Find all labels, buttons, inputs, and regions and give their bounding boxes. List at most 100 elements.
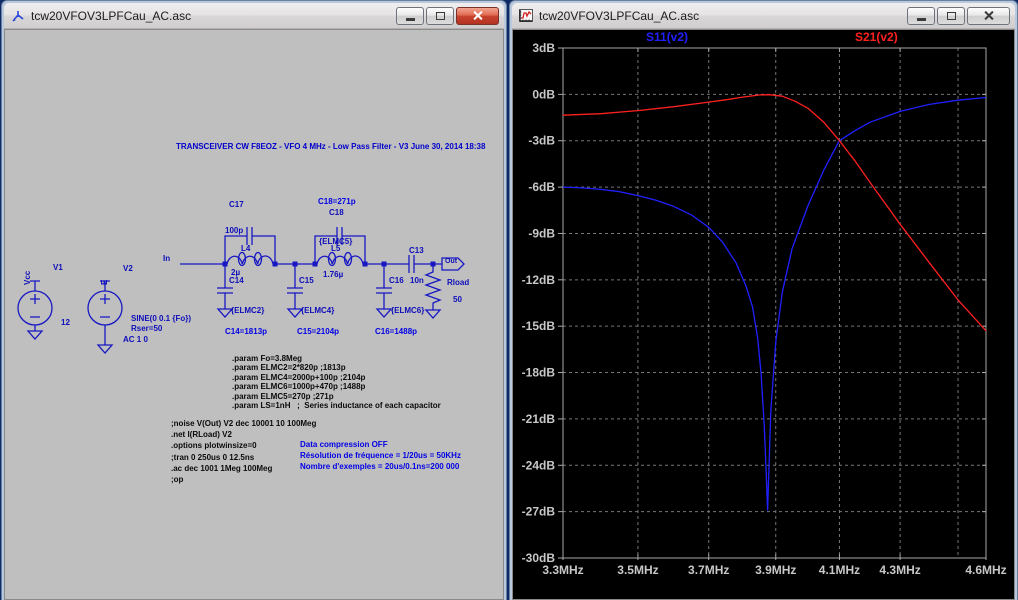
param-directives-line[interactable]: .param ELMC2=2*820p ;1813p bbox=[232, 363, 346, 372]
capacitor-c13[interactable] bbox=[408, 255, 415, 273]
schematic-label: {ELMC6} bbox=[391, 306, 425, 315]
s11-curve bbox=[562, 96, 987, 511]
schematic-canvas[interactable]: TRANSCEIVER CW F8EOZ - VFO 4 MHz - Low P… bbox=[4, 29, 504, 600]
x-axis-label: 4.3MHz bbox=[879, 563, 920, 577]
schematic-label: C13 bbox=[409, 246, 424, 255]
schematic-label: 100p bbox=[225, 226, 244, 235]
schematic-label: AC 1 0 bbox=[123, 335, 148, 344]
inductor-l4[interactable] bbox=[226, 251, 274, 267]
ground-symbol bbox=[26, 330, 44, 340]
resistor-rload[interactable] bbox=[424, 264, 442, 319]
schematic-label: C15=2104p bbox=[297, 327, 340, 336]
x-axis-label: 3.9MHz bbox=[755, 563, 796, 577]
simulation-directives-line[interactable]: .options plotwinsize=0 bbox=[171, 441, 257, 450]
schematic-drawing bbox=[17, 227, 465, 354]
schematic-label: C18 bbox=[329, 208, 344, 217]
schematic-label: C14 bbox=[229, 276, 244, 285]
maximize-icon bbox=[435, 11, 445, 20]
maximize-icon bbox=[946, 11, 956, 20]
schematic-label: {ELMC4} bbox=[301, 306, 335, 315]
minimize-button[interactable] bbox=[396, 6, 424, 25]
minimize-icon bbox=[916, 17, 926, 21]
schematic-label: In bbox=[163, 254, 171, 263]
param-directives-line[interactable]: .param LS=1nH ; Series inductance of eac… bbox=[232, 401, 441, 410]
schematic-label: V1 bbox=[53, 263, 63, 272]
french-comments-line[interactable]: Nombre d'exemples = 20us/0.1ns=200 000 bbox=[300, 462, 459, 471]
ground-symbol bbox=[375, 308, 393, 318]
schematic-label: L5 bbox=[331, 244, 341, 253]
schematic-window-titlebar[interactable]: tcw20VFOV3LPFCau_AC.asc bbox=[4, 3, 504, 29]
maximize-button[interactable] bbox=[426, 6, 454, 25]
schematic-label: E bbox=[100, 279, 109, 285]
schematic-window[interactable]: tcw20VFOV3LPFCau_AC.asc TRANSCEIVER CW F… bbox=[1, 0, 507, 600]
x-axis-label: 3.3MHz bbox=[542, 563, 583, 577]
minimize-button[interactable] bbox=[907, 6, 935, 25]
window-title: tcw20VFOV3LPFCau_AC.asc bbox=[539, 8, 700, 23]
capacitor-c16[interactable] bbox=[375, 264, 393, 318]
y-axis-label: -3dB bbox=[528, 134, 555, 148]
y-axis-label: -24dB bbox=[522, 458, 556, 472]
simulation-directives-line[interactable]: .ac dec 1001 1Meg 100Meg bbox=[171, 464, 272, 473]
waveform-plot-pane[interactable]: S11(v2) S21(v2) 3dB 0dB -3dB -6dB -9dB -12dB -… bbox=[512, 29, 1015, 600]
waveform-window[interactable]: tcw20VFOV3LPFCau_AC.asc S11(v2) S21(v2) … bbox=[509, 0, 1018, 600]
y-axis-label: -18dB bbox=[522, 366, 556, 380]
ground-symbol bbox=[424, 309, 442, 319]
close-icon bbox=[472, 10, 483, 21]
ground-symbol bbox=[286, 308, 304, 318]
y-axis-label: 3dB bbox=[532, 41, 555, 55]
simulation-directives-line[interactable]: .net I(RLoad) V2 bbox=[171, 430, 232, 439]
window-title: tcw20VFOV3LPFCau_AC.asc bbox=[31, 8, 192, 23]
schematic-label: Rload bbox=[447, 278, 470, 287]
schematic-label: 10n bbox=[410, 276, 424, 285]
desktop: { "left_window": { "title": "tcw20VFOV3L… bbox=[0, 0, 1018, 600]
close-button[interactable] bbox=[967, 6, 1010, 25]
schematic-label: 50 bbox=[453, 295, 462, 304]
close-button[interactable] bbox=[456, 6, 499, 25]
schematic-label: C15 bbox=[299, 276, 314, 285]
schematic-label: V2 bbox=[123, 264, 133, 273]
schematic-label: C17 bbox=[229, 200, 244, 209]
y-axis-label: -6dB bbox=[528, 180, 555, 194]
ground-symbol bbox=[216, 308, 234, 318]
y-axis-label: -27dB bbox=[522, 505, 556, 519]
schematic-label: Vcc bbox=[23, 270, 32, 285]
schematic-label: {ELMC2} bbox=[231, 306, 265, 315]
schematic-label: C14=1813p bbox=[225, 327, 268, 336]
schematic-label: L4 bbox=[241, 244, 251, 253]
schematic-label: Rser=50 bbox=[131, 324, 163, 333]
voltage-source-v2[interactable] bbox=[87, 280, 123, 354]
minimize-icon bbox=[405, 17, 415, 21]
close-icon bbox=[983, 10, 994, 21]
french-comments-line[interactable]: Résolution de fréquence = 1/20us = 50KHz bbox=[300, 451, 461, 460]
y-axis-label: 0dB bbox=[532, 87, 555, 101]
legend-s11[interactable]: S11(v2) bbox=[646, 30, 688, 44]
maximize-button[interactable] bbox=[937, 6, 965, 25]
schematic-label: 12 bbox=[61, 318, 70, 327]
schematic-label: C16 bbox=[389, 276, 404, 285]
y-axis-label: -21dB bbox=[522, 412, 556, 426]
simulation-directives-line[interactable]: ;op bbox=[171, 475, 183, 484]
y-axis-label: -12dB bbox=[522, 273, 556, 287]
legend-s21[interactable]: S21(v2) bbox=[855, 30, 898, 44]
voltage-source-v1[interactable] bbox=[17, 280, 53, 340]
schematic-label: 1.76µ bbox=[323, 270, 344, 279]
param-directives-line[interactable]: .param Fo=3.8Meg bbox=[232, 354, 302, 363]
param-directives-line[interactable]: .param ELMC6=1000p+470p ;1488p bbox=[232, 382, 365, 391]
simulation-directives-line[interactable]: ;noise V(Out) V2 dec 10001 10 100Meg bbox=[171, 419, 316, 428]
schematic-heading: TRANSCEIVER CW F8EOZ - VFO 4 MHz - Low P… bbox=[176, 142, 486, 151]
plot-border bbox=[562, 47, 987, 559]
x-axis-label: 3.7MHz bbox=[688, 563, 729, 577]
param-directives-line[interactable]: .param ELMC5=270p ;271p bbox=[232, 392, 334, 401]
waveform-icon bbox=[519, 8, 533, 22]
param-directives-line[interactable]: .param ELMC4=2000p+100p ;2104p bbox=[232, 373, 365, 382]
ground-symbol bbox=[96, 344, 114, 354]
simulation-directives-line[interactable]: ;tran 0 250us 0 12.5ns bbox=[171, 453, 254, 462]
x-axis-label: 3.5MHz bbox=[617, 563, 658, 577]
waveform-window-titlebar[interactable]: tcw20VFOV3LPFCau_AC.asc bbox=[512, 3, 1015, 29]
schematic-label: C16=1488p bbox=[375, 327, 418, 336]
frequency-response-chart[interactable]: 3dB 0dB -3dB -6dB -9dB -12dB -15dB -18dB -21dB -2… bbox=[513, 30, 1015, 596]
s21-curve bbox=[562, 94, 987, 332]
inductor-l5[interactable] bbox=[316, 251, 364, 267]
y-axis-label: -9dB bbox=[528, 226, 555, 240]
french-comments-line[interactable]: Data compression OFF bbox=[300, 440, 388, 449]
